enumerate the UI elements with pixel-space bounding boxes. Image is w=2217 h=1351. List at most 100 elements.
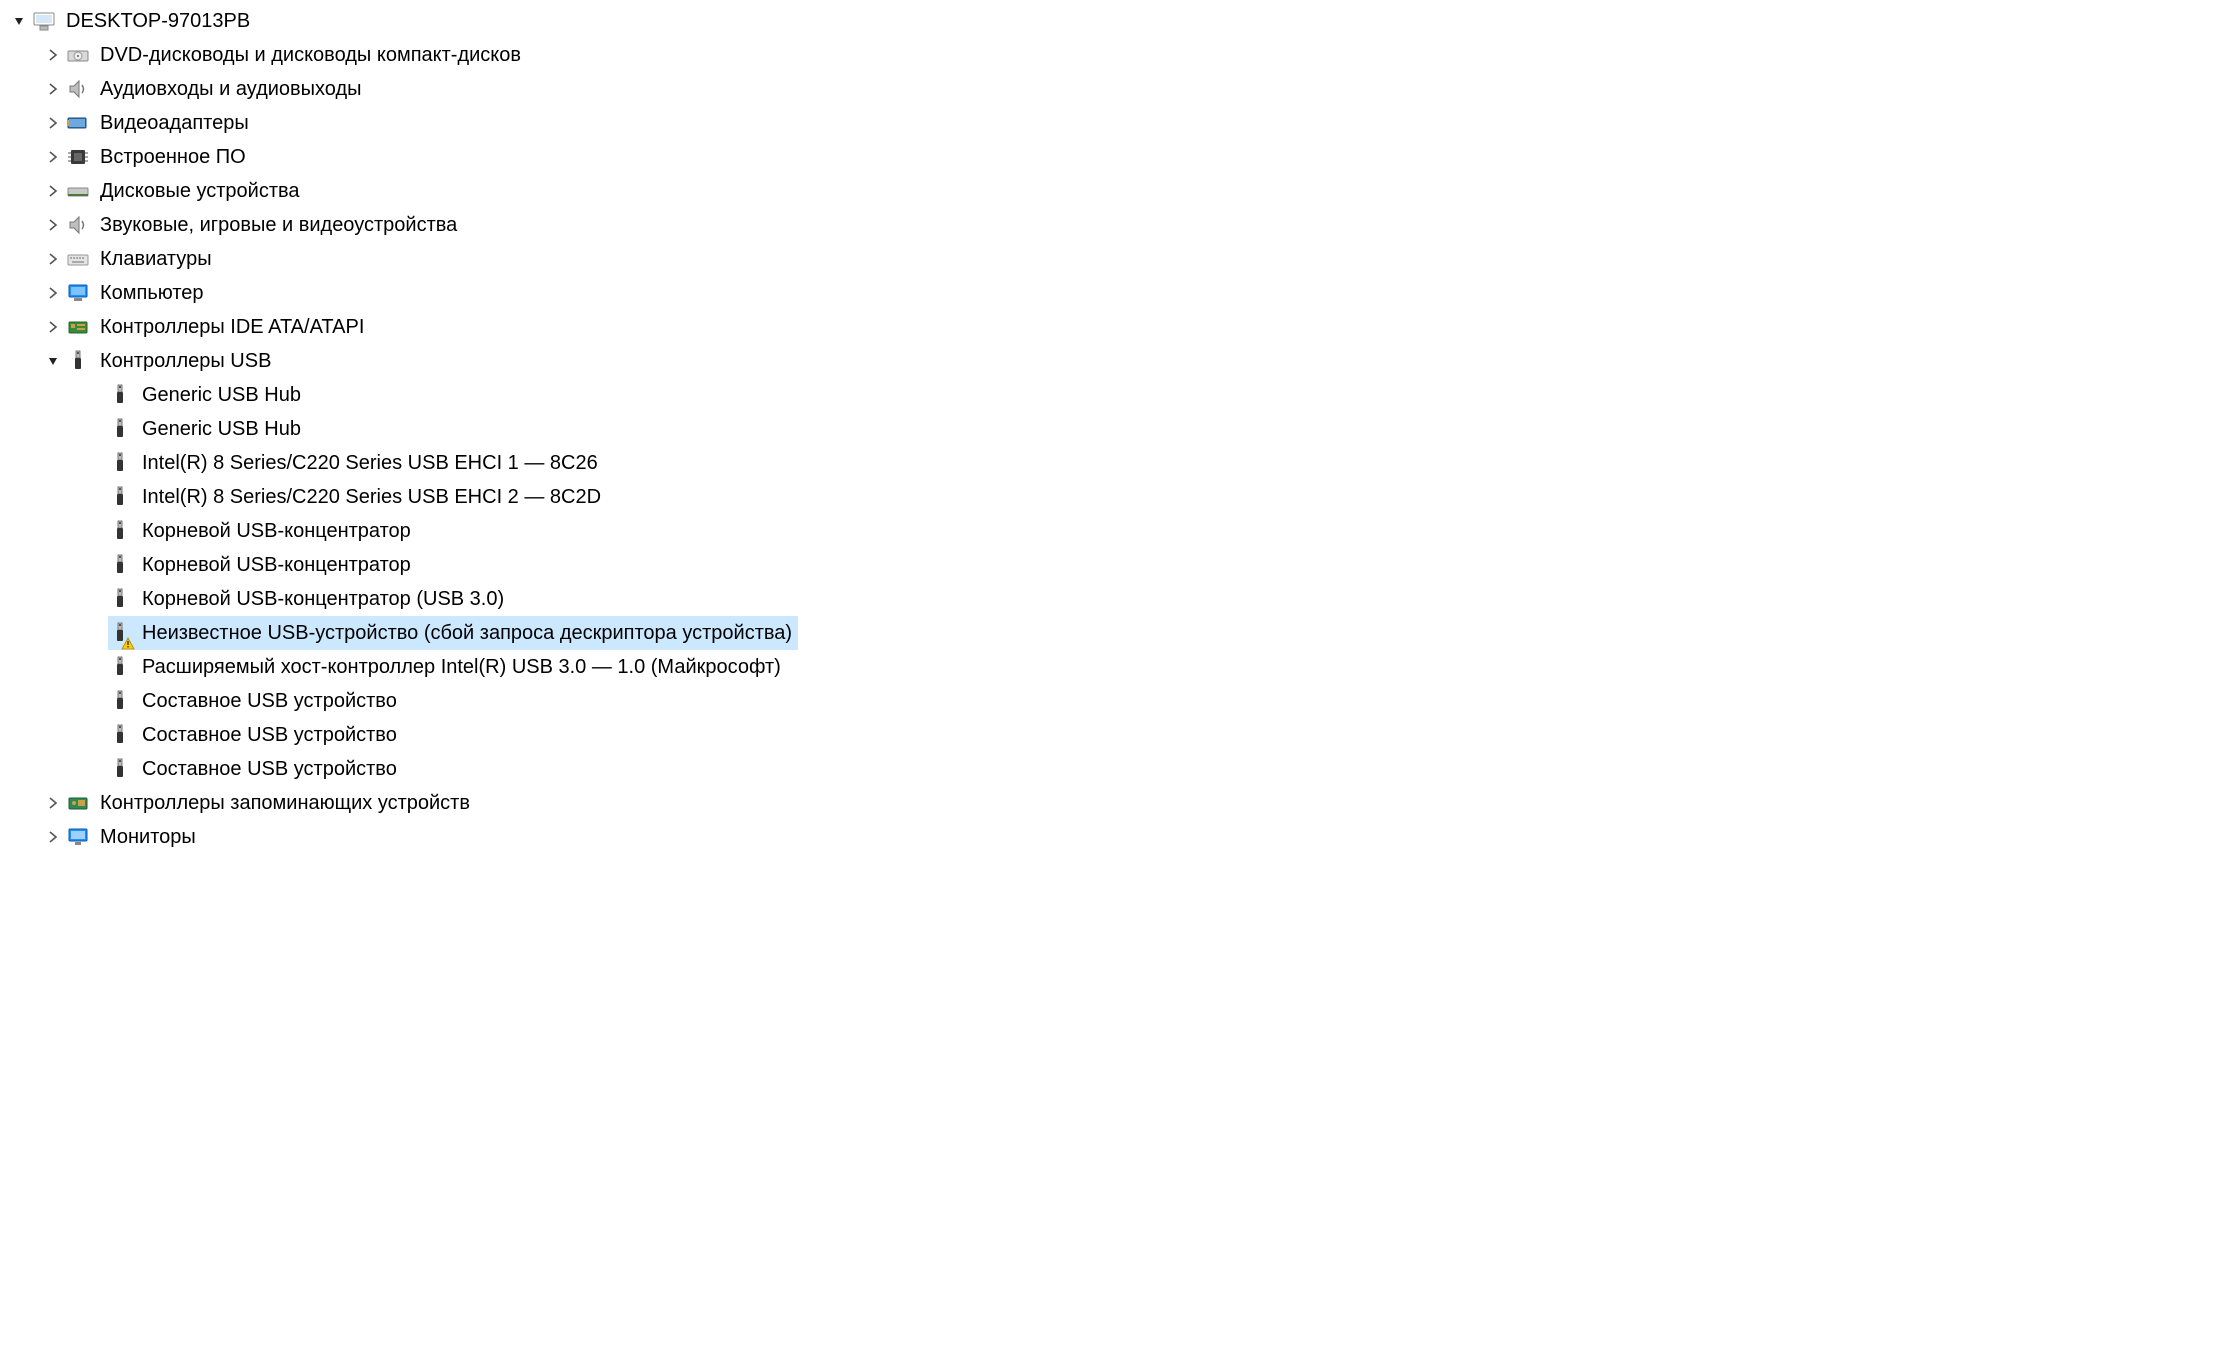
pc-icon xyxy=(66,281,90,305)
usb-icon xyxy=(108,485,132,509)
tree-item-label: DVD-дисководы и дисководы компакт-дисков xyxy=(100,45,521,65)
device-tree: DESKTOP-97013PB DVD-дисководы и дисководы… xyxy=(0,4,2217,854)
warning-overlay-icon xyxy=(121,634,135,648)
usb-icon xyxy=(108,587,132,611)
tree-item-category[interactable]: Мониторы xyxy=(0,820,2217,854)
tree-item-category[interactable]: Контроллеры запоминающих устройств xyxy=(0,786,2217,820)
expander-category[interactable] xyxy=(42,180,64,202)
tree-item-device[interactable]: Расширяемый хост-контроллер Intel(R) USB… xyxy=(0,650,2217,684)
usb-icon xyxy=(108,519,132,543)
expander-placeholder xyxy=(84,622,106,644)
expander-category[interactable] xyxy=(42,44,64,66)
usb-icon xyxy=(108,621,132,645)
tree-item-device[interactable]: Составное USB устройство xyxy=(0,684,2217,718)
firmware-icon xyxy=(66,145,90,169)
audio-io-icon xyxy=(66,77,90,101)
expander-placeholder xyxy=(84,452,106,474)
tree-item-label: Звуковые, игровые и видеоустройства xyxy=(100,215,457,235)
expander-root[interactable] xyxy=(8,10,30,32)
tree-item-root[interactable]: DESKTOP-97013PB xyxy=(0,4,2217,38)
tree-item-category[interactable]: Звуковые, игровые и видеоустройства xyxy=(0,208,2217,242)
usb-icon xyxy=(108,689,132,713)
keyboard-icon xyxy=(66,247,90,271)
expander-placeholder xyxy=(84,384,106,406)
tree-item-device[interactable]: Корневой USB-концентратор xyxy=(0,548,2217,582)
tree-item-label: Intel(R) 8 Series/C220 Series USB EHCI 1… xyxy=(142,453,598,473)
expander-placeholder xyxy=(84,690,106,712)
usb-icon xyxy=(108,383,132,407)
tree-item-category[interactable]: Клавиатуры xyxy=(0,242,2217,276)
expander-placeholder xyxy=(84,758,106,780)
tree-item-label: Клавиатуры xyxy=(100,249,212,269)
tree-item-label: Встроенное ПО xyxy=(100,147,246,167)
tree-item-category[interactable]: DVD-дисководы и дисководы компакт-дисков xyxy=(0,38,2217,72)
tree-item-category[interactable]: Встроенное ПО xyxy=(0,140,2217,174)
expander-placeholder xyxy=(84,520,106,542)
expander-category[interactable] xyxy=(42,316,64,338)
disk-drive-icon xyxy=(66,179,90,203)
tree-item-label: Intel(R) 8 Series/C220 Series USB EHCI 2… xyxy=(142,487,601,507)
usb-icon xyxy=(66,349,90,373)
tree-item-device[interactable]: Составное USB устройство xyxy=(0,752,2217,786)
tree-item-label: Контроллеры IDE ATA/ATAPI xyxy=(100,317,364,337)
expander-placeholder xyxy=(84,486,106,508)
tree-item-device[interactable]: Корневой USB-концентратор (USB 3.0) xyxy=(0,582,2217,616)
usb-icon xyxy=(108,553,132,577)
tree-item-device[interactable]: Составное USB устройство xyxy=(0,718,2217,752)
tree-item-device[interactable]: Корневой USB-концентратор xyxy=(0,514,2217,548)
storage-controller-icon xyxy=(66,791,90,815)
tree-item-label: Расширяемый хост-контроллер Intel(R) USB… xyxy=(142,657,781,677)
tree-item-device[interactable]: Generic USB Hub xyxy=(0,378,2217,412)
tree-item-label: Мониторы xyxy=(100,827,196,847)
sound-device-icon xyxy=(66,213,90,237)
usb-icon xyxy=(108,655,132,679)
tree-item-category[interactable]: Контроллеры IDE ATA/ATAPI xyxy=(0,310,2217,344)
expander-placeholder xyxy=(84,554,106,576)
tree-item-label: Generic USB Hub xyxy=(142,419,301,439)
expander-placeholder xyxy=(84,656,106,678)
tree-item-category[interactable]: Аудиовходы и аудиовыходы xyxy=(0,72,2217,106)
tree-item-category[interactable]: Контроллеры USB xyxy=(0,344,2217,378)
computer-icon xyxy=(32,9,56,33)
tree-item-category[interactable]: Видеоадаптеры xyxy=(0,106,2217,140)
tree-item-category[interactable]: Компьютер xyxy=(0,276,2217,310)
tree-item-label: Видеоадаптеры xyxy=(100,113,249,133)
expander-category[interactable] xyxy=(42,792,64,814)
tree-item-label: Компьютер xyxy=(100,283,204,303)
tree-item-label: Дисковые устройства xyxy=(100,181,300,201)
tree-item-label: Корневой USB-концентратор xyxy=(142,555,411,575)
usb-icon xyxy=(108,417,132,441)
tree-item-category[interactable]: Дисковые устройства xyxy=(0,174,2217,208)
tree-item-label: DESKTOP-97013PB xyxy=(66,11,250,31)
expander-placeholder xyxy=(84,724,106,746)
expander-placeholder xyxy=(84,588,106,610)
tree-item-label: Составное USB устройство xyxy=(142,759,397,779)
tree-item-label: Составное USB устройство xyxy=(142,691,397,711)
expander-category[interactable] xyxy=(42,146,64,168)
dvd-drive-icon xyxy=(66,43,90,67)
expander-category[interactable] xyxy=(42,214,64,236)
ide-controller-icon xyxy=(66,315,90,339)
tree-item-device[interactable]: Intel(R) 8 Series/C220 Series USB EHCI 1… xyxy=(0,446,2217,480)
expander-category[interactable] xyxy=(42,826,64,848)
expander-placeholder xyxy=(84,418,106,440)
usb-icon xyxy=(108,723,132,747)
tree-item-label: Составное USB устройство xyxy=(142,725,397,745)
tree-item-device[interactable]: Generic USB Hub xyxy=(0,412,2217,446)
usb-icon xyxy=(108,757,132,781)
usb-icon xyxy=(108,451,132,475)
monitor-icon xyxy=(66,825,90,849)
tree-item-label: Корневой USB-концентратор xyxy=(142,521,411,541)
display-adapter-icon xyxy=(66,111,90,135)
expander-category[interactable] xyxy=(42,350,64,372)
expander-category[interactable] xyxy=(42,78,64,100)
tree-item-label: Контроллеры запоминающих устройств xyxy=(100,793,470,813)
tree-item-device[interactable]: Intel(R) 8 Series/C220 Series USB EHCI 2… xyxy=(0,480,2217,514)
expander-category[interactable] xyxy=(42,282,64,304)
tree-item-device[interactable]: Неизвестное USB-устройство (сбой запроса… xyxy=(0,616,2217,650)
expander-category[interactable] xyxy=(42,112,64,134)
expander-category[interactable] xyxy=(42,248,64,270)
tree-item-label: Аудиовходы и аудиовыходы xyxy=(100,79,362,99)
tree-item-label: Корневой USB-концентратор (USB 3.0) xyxy=(142,589,504,609)
tree-item-label: Generic USB Hub xyxy=(142,385,301,405)
